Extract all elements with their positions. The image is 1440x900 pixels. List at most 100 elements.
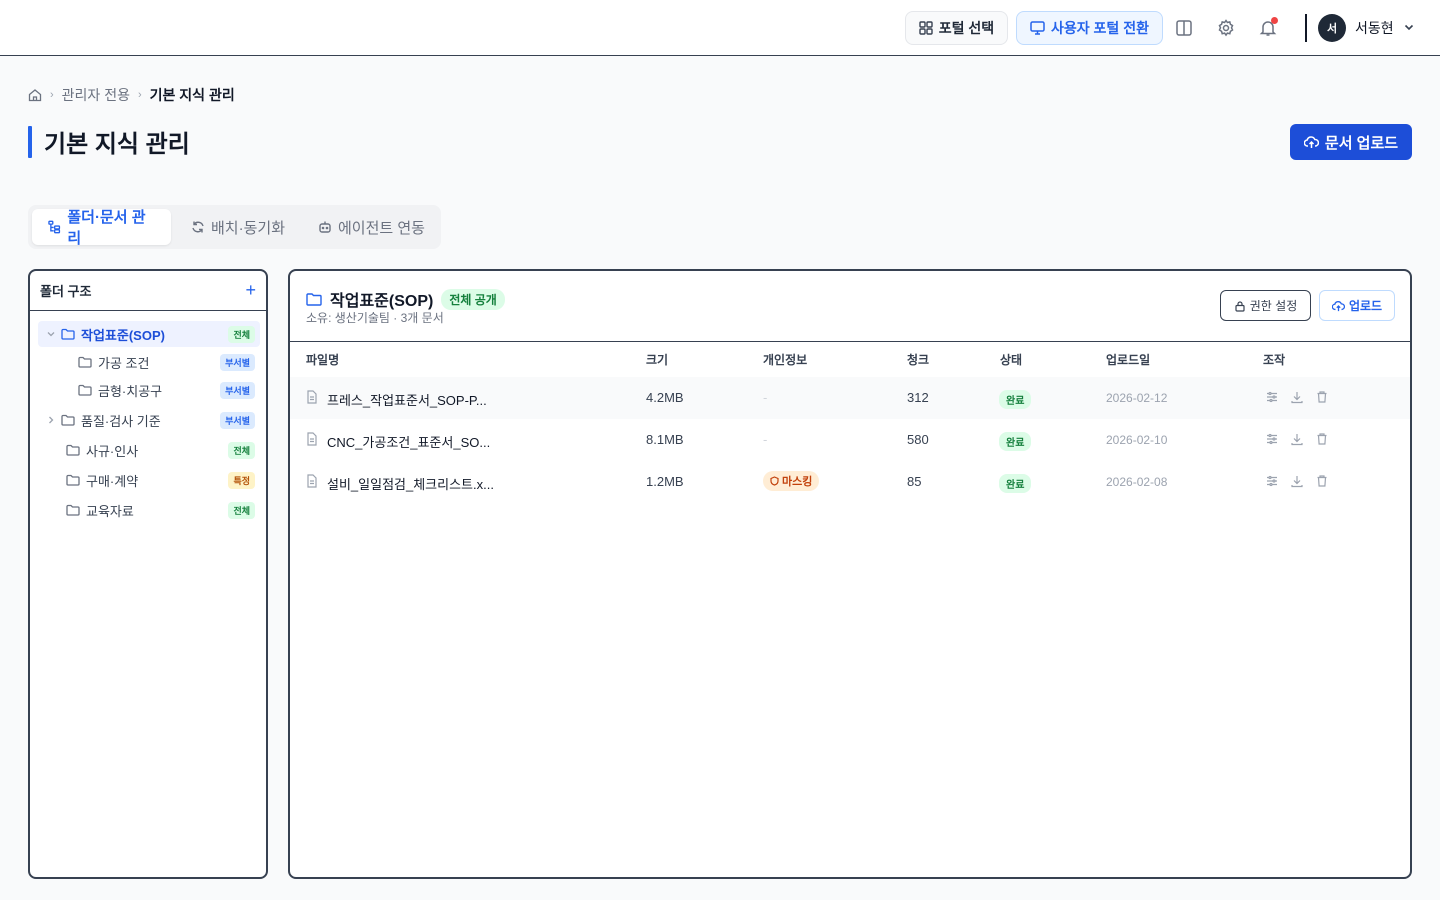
status-badge: 완료 bbox=[999, 432, 1032, 451]
chevron-right-icon[interactable] bbox=[46, 415, 56, 425]
visibility-badge: 전체 공개 bbox=[441, 288, 505, 310]
upload-date: 2026-02-10 bbox=[1106, 433, 1168, 447]
chunk-count: 312 bbox=[907, 390, 929, 405]
folder-panel-header: 폴더 구조 + bbox=[30, 271, 266, 311]
column-header-pii[interactable]: 개인정보 bbox=[763, 351, 807, 368]
upload-date: 2026-02-12 bbox=[1106, 391, 1168, 405]
column-header-upload-date[interactable]: 업로드일 bbox=[1106, 351, 1150, 368]
user-portal-switch-button[interactable]: 사용자 포털 전환 bbox=[1016, 11, 1163, 45]
username[interactable]: 서동현 bbox=[1355, 18, 1394, 38]
table-row[interactable]: CNC_가공조건_표준서_SO... 8.1MB - 580 완료 2026-0… bbox=[290, 419, 1410, 461]
page-title: 기본 지식 관리 bbox=[44, 131, 190, 158]
portal-select-label: 포털 선택 bbox=[938, 20, 995, 36]
status-badge: 완료 bbox=[999, 390, 1032, 409]
add-folder-button[interactable]: + bbox=[245, 280, 256, 301]
columns-icon bbox=[1176, 20, 1192, 36]
robot-icon bbox=[319, 221, 331, 233]
folder-icon bbox=[66, 444, 80, 456]
refresh-icon bbox=[192, 221, 204, 233]
settings-button[interactable] bbox=[1214, 16, 1238, 40]
layout-toggle-button[interactable] bbox=[1172, 16, 1196, 40]
folder-icon bbox=[78, 384, 92, 396]
column-header-size[interactable]: 크기 bbox=[646, 351, 668, 368]
table-row[interactable]: 프레스_작업표준서_SOP-P... 4.2MB - 312 완료 2026-0… bbox=[290, 377, 1410, 419]
sliders-icon[interactable] bbox=[1265, 432, 1279, 446]
tab-bar: 폴더·문서 관리 배치·동기화 에이전트 연동 bbox=[28, 205, 441, 249]
tab-batch-sync[interactable]: 배치·동기화 bbox=[175, 209, 301, 245]
trash-icon[interactable] bbox=[1315, 390, 1329, 404]
document-icon bbox=[307, 390, 317, 404]
pii-value: - bbox=[763, 390, 768, 405]
folder-icon bbox=[61, 414, 75, 426]
file-name[interactable]: CNC_가공조건_표준서_SO... bbox=[327, 432, 490, 451]
tree-item-molds[interactable]: 금형·치공구 부서별 bbox=[38, 377, 260, 403]
trash-icon[interactable] bbox=[1315, 432, 1329, 446]
document-upload-label: 문서 업로드 bbox=[1324, 134, 1399, 152]
table-row[interactable]: 설비_일일점검_체크리스트.x... 1.2MB 마스킹 85 완료 2026-… bbox=[290, 461, 1410, 503]
upload-button[interactable]: 업로드 bbox=[1319, 290, 1395, 321]
download-icon[interactable] bbox=[1290, 432, 1304, 446]
tab-batch-sync-label: 배치·동기화 bbox=[211, 219, 285, 237]
access-badge: 전체 bbox=[228, 501, 255, 519]
breadcrumb-current: 기본 지식 관리 bbox=[149, 87, 235, 103]
tree-item-purchasing[interactable]: 구매·계약 특정 bbox=[38, 467, 260, 493]
tree-item-label: 금형·치공구 bbox=[98, 383, 163, 399]
sliders-icon[interactable] bbox=[1265, 474, 1279, 488]
breadcrumb-admin[interactable]: 관리자 전용 bbox=[62, 85, 130, 105]
folder-heading: 작업표준(SOP) 전체 공개 bbox=[306, 287, 505, 311]
tab-folder-docs[interactable]: 폴더·문서 관리 bbox=[32, 209, 171, 247]
gear-icon bbox=[1218, 19, 1234, 37]
breadcrumb-separator-icon: › bbox=[50, 89, 54, 101]
notification-dot bbox=[1271, 17, 1278, 24]
document-icon bbox=[307, 432, 317, 446]
chevron-down-icon[interactable] bbox=[46, 329, 56, 339]
cloud-upload-icon bbox=[1331, 300, 1345, 311]
pii-value: - bbox=[763, 432, 768, 447]
permission-settings-label: 권한 설정 bbox=[1249, 299, 1298, 313]
column-header-actions: 조작 bbox=[1263, 353, 1286, 367]
file-name[interactable]: 설비_일일점검_체크리스트.x... bbox=[327, 474, 494, 493]
notifications-button[interactable] bbox=[1256, 16, 1280, 40]
tree-item-machining[interactable]: 가공 조건 부서별 bbox=[38, 349, 260, 375]
trash-icon[interactable] bbox=[1315, 474, 1329, 488]
folder-icon bbox=[66, 504, 80, 516]
tree-item-label: 교육자료 bbox=[86, 503, 134, 519]
access-badge: 전체 bbox=[228, 325, 255, 343]
tree-item-label: 작업표준(SOP) bbox=[81, 327, 165, 343]
access-badge: 부서별 bbox=[220, 353, 255, 371]
user-portal-switch-label: 사용자 포털 전환 bbox=[1051, 20, 1149, 36]
folder-name: 작업표준(SOP) bbox=[330, 293, 434, 310]
download-icon[interactable] bbox=[1290, 474, 1304, 488]
lock-icon bbox=[1235, 300, 1245, 312]
home-icon[interactable] bbox=[28, 88, 42, 102]
sliders-icon[interactable] bbox=[1265, 390, 1279, 404]
tree-item-label: 가공 조건 bbox=[98, 355, 150, 371]
document-upload-button[interactable]: 문서 업로드 bbox=[1290, 124, 1412, 160]
tree-item-quality[interactable]: 품질·검사 기준 부서별 bbox=[38, 407, 260, 433]
avatar[interactable]: 서 bbox=[1318, 14, 1346, 42]
column-header-filename[interactable]: 파일명 bbox=[306, 351, 339, 368]
tree-item-education[interactable]: 교육자료 전체 bbox=[38, 497, 260, 523]
row-actions bbox=[1265, 390, 1329, 404]
tree-item-label: 품질·검사 기준 bbox=[81, 413, 161, 429]
download-icon[interactable] bbox=[1290, 390, 1304, 404]
tree-item-sop[interactable]: 작업표준(SOP) 전체 bbox=[38, 321, 260, 347]
column-header-status[interactable]: 상태 bbox=[1000, 351, 1022, 368]
top-header: 포털 선택 사용자 포털 전환 서 서동현 bbox=[0, 0, 1440, 56]
tab-agent-integration[interactable]: 에이전트 연동 bbox=[302, 209, 441, 245]
chunk-count: 580 bbox=[907, 432, 929, 447]
permission-settings-button[interactable]: 권한 설정 bbox=[1220, 290, 1311, 321]
status-badge: 완료 bbox=[999, 474, 1032, 493]
folder-panel-title: 폴더 구조 bbox=[40, 284, 92, 299]
upload-label: 업로드 bbox=[1348, 299, 1383, 313]
column-header-chunks[interactable]: 청크 bbox=[907, 351, 929, 368]
folder-icon bbox=[66, 474, 80, 486]
file-name[interactable]: 프레스_작업표준서_SOP-P... bbox=[327, 390, 487, 409]
folder-tree-panel: 폴더 구조 + 작업표준(SOP) 전체 가공 조건 부서별 금형·치공구 부서… bbox=[28, 269, 268, 879]
tree-item-hr[interactable]: 사규·인사 전체 bbox=[38, 437, 260, 463]
tab-folder-docs-label: 폴더·문서 관리 bbox=[67, 209, 146, 247]
portal-select-button[interactable]: 포털 선택 bbox=[905, 11, 1008, 45]
chevron-down-icon[interactable] bbox=[1403, 21, 1415, 33]
chunk-count: 85 bbox=[907, 474, 922, 489]
folder-icon bbox=[306, 293, 322, 306]
